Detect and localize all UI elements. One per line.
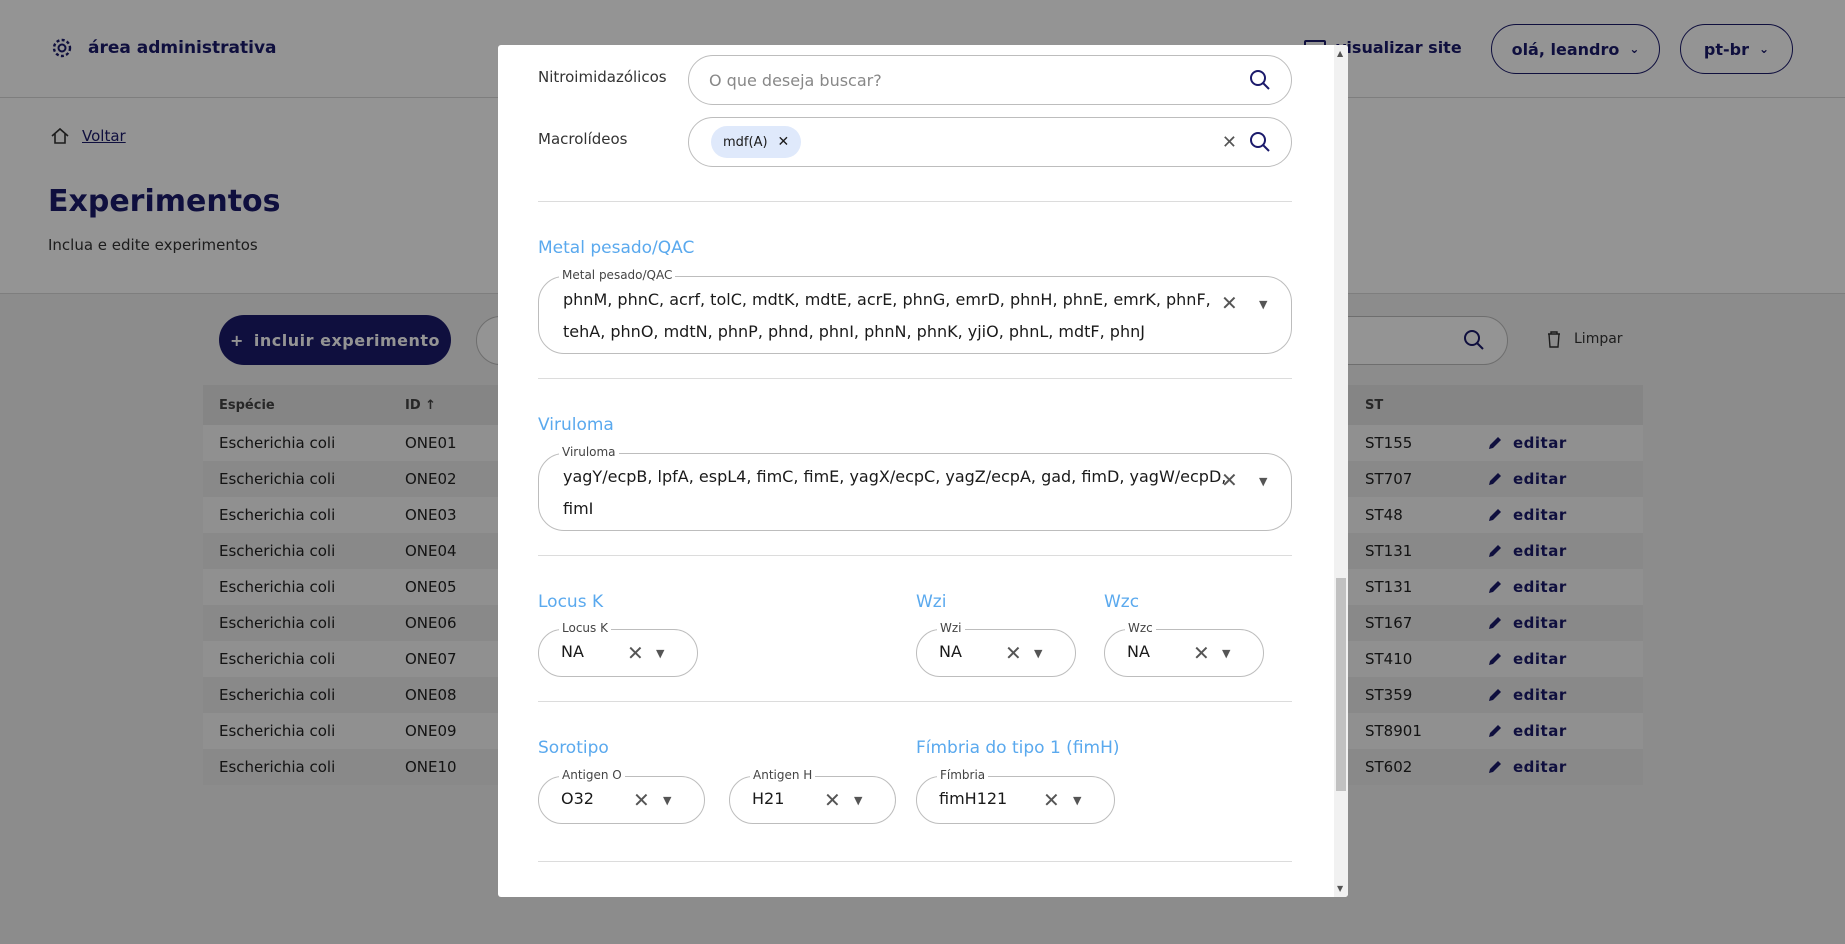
nitro-label: Nitroimidazólicos: [538, 68, 667, 86]
fimbria-legend: Fímbria: [937, 768, 989, 782]
metal-legend: Metal pesado/QAC: [559, 268, 676, 282]
dropdown-arrow-icon[interactable]: ▼: [1034, 647, 1042, 660]
experiment-modal: Nitroimidazólicos O que deseja buscar? M…: [498, 45, 1348, 897]
wzc-legend: Wzc: [1125, 621, 1156, 635]
scrollbar-thumb[interactable]: [1336, 578, 1346, 791]
metal-values-line-2: tehA, phnO, mdtN, phnP, phnd, phnI, phnN…: [563, 322, 1145, 341]
locus-k-select[interactable]: Locus K NA ✕ ▼: [538, 621, 698, 677]
scroll-up-icon[interactable]: ▲: [1337, 49, 1343, 58]
divider: [538, 555, 1292, 556]
nitro-search-input[interactable]: O que deseja buscar?: [688, 55, 1292, 105]
dropdown-arrow-icon[interactable]: ▼: [1259, 298, 1267, 311]
clear-icon[interactable]: ✕: [1221, 468, 1238, 492]
fimbria-value: fimH121: [939, 789, 1008, 808]
viruloma-multiselect[interactable]: Viruloma yagY/ecpB, lpfA, espL4, fimC, f…: [538, 445, 1292, 531]
dropdown-arrow-icon[interactable]: ▼: [1222, 647, 1230, 660]
viruloma-section-title: Viruloma: [538, 415, 614, 435]
sorotipo-section-title: Sorotipo: [538, 738, 609, 758]
clear-icon[interactable]: ✕: [627, 641, 644, 665]
dropdown-arrow-icon[interactable]: ▼: [854, 794, 862, 807]
macro-chip-label: mdf(A): [723, 134, 768, 150]
divider: [538, 701, 1292, 702]
antigen-h-value: H21: [752, 789, 785, 808]
antigen-h-legend: Antigen H: [750, 768, 816, 782]
clear-icon[interactable]: ✕: [1043, 788, 1060, 812]
fimbria-section-title: Fímbria do tipo 1 (fimH): [916, 738, 1120, 758]
clear-icon[interactable]: ✕: [1222, 132, 1237, 153]
viruloma-legend: Viruloma: [559, 445, 619, 459]
locus-k-section-title: Locus K: [538, 592, 604, 612]
fimbria-select[interactable]: Fímbria fimH121 ✕ ▼: [916, 768, 1115, 824]
search-icon[interactable]: [1249, 69, 1271, 91]
metal-section-title: Metal pesado/QAC: [538, 238, 695, 258]
dropdown-arrow-icon[interactable]: ▼: [656, 647, 664, 660]
clear-icon[interactable]: ✕: [1221, 291, 1238, 315]
divider: [538, 378, 1292, 379]
close-icon[interactable]: ✕: [778, 134, 790, 150]
antigen-o-value: O32: [561, 789, 594, 808]
wzc-select[interactable]: Wzc NA ✕ ▼: [1104, 621, 1264, 677]
wzi-section-title: Wzi: [916, 592, 947, 612]
metal-multiselect[interactable]: Metal pesado/QAC phnM, phnC, acrf, tolC,…: [538, 268, 1292, 354]
dropdown-arrow-icon[interactable]: ▼: [1073, 794, 1081, 807]
antigen-o-legend: Antigen O: [559, 768, 625, 782]
macro-search-input[interactable]: mdf(A) ✕ ✕: [688, 117, 1292, 167]
metal-values-line-1: phnM, phnC, acrf, tolC, mdtK, mdtE, acrE…: [563, 290, 1211, 309]
macro-chip: mdf(A) ✕: [711, 126, 802, 158]
search-icon[interactable]: [1249, 131, 1271, 153]
wzc-section-title: Wzc: [1104, 592, 1140, 612]
dropdown-arrow-icon[interactable]: ▼: [1259, 475, 1267, 488]
divider: [538, 861, 1292, 862]
clear-icon[interactable]: ✕: [633, 788, 650, 812]
clear-icon[interactable]: ✕: [824, 788, 841, 812]
modal-scrollbar[interactable]: ▲ ▼: [1334, 45, 1348, 897]
viruloma-values-line-2: fimI: [563, 499, 594, 518]
clear-icon[interactable]: ✕: [1005, 641, 1022, 665]
wzi-value: NA: [939, 642, 962, 661]
antigen-o-select[interactable]: Antigen O O32 ✕ ▼: [538, 768, 705, 824]
viruloma-values-line-1: yagY/ecpB, lpfA, espL4, fimC, fimE, yagX…: [563, 467, 1227, 486]
locus-k-value: NA: [561, 642, 584, 661]
macro-label: Macrolídeos: [538, 130, 628, 148]
scroll-down-icon[interactable]: ▼: [1337, 884, 1343, 893]
dropdown-arrow-icon[interactable]: ▼: [663, 794, 671, 807]
nitro-placeholder: O que deseja buscar?: [709, 70, 882, 90]
wzi-select[interactable]: Wzi NA ✕ ▼: [916, 621, 1076, 677]
locus-k-legend: Locus K: [559, 621, 611, 635]
clear-icon[interactable]: ✕: [1193, 641, 1210, 665]
wzc-value: NA: [1127, 642, 1150, 661]
antigen-h-select[interactable]: Antigen H H21 ✕ ▼: [729, 768, 896, 824]
wzi-legend: Wzi: [937, 621, 965, 635]
divider: [538, 201, 1292, 202]
